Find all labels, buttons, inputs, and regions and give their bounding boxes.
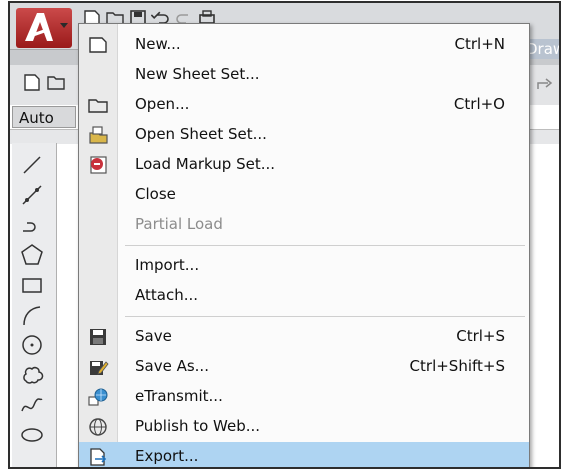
menu-item-label: Close bbox=[135, 185, 176, 203]
publish-web-icon bbox=[87, 417, 109, 437]
spline-icon[interactable] bbox=[18, 391, 46, 419]
arc-icon[interactable] bbox=[18, 301, 46, 329]
draw-toolbar bbox=[12, 143, 57, 467]
menu-item-new[interactable]: New... Ctrl+N bbox=[79, 30, 529, 60]
chevron-down-icon bbox=[60, 23, 68, 28]
line-icon[interactable] bbox=[18, 151, 46, 179]
menu-item-export[interactable]: Export... bbox=[79, 442, 529, 467]
menu-item-attach[interactable]: Attach... bbox=[79, 281, 529, 311]
menu-item-publish-to-web[interactable]: Publish to Web... bbox=[79, 412, 529, 442]
menu-item-save-as[interactable]: Save As... Ctrl+Shift+S bbox=[79, 352, 529, 382]
menu-item-open[interactable]: Open... Ctrl+O bbox=[79, 90, 529, 120]
menu-item-label: New Sheet Set... bbox=[135, 65, 260, 83]
menu-item-shortcut: Ctrl+S bbox=[456, 327, 505, 345]
menu-item-close[interactable]: Close bbox=[79, 180, 529, 210]
menu-separator bbox=[125, 245, 525, 246]
menu-item-label: Export... bbox=[135, 447, 199, 465]
open-folder-icon bbox=[87, 95, 109, 115]
etransmit-icon bbox=[87, 387, 109, 407]
menu-item-etransmit[interactable]: eTransmit... bbox=[79, 382, 529, 412]
circle-icon[interactable] bbox=[18, 331, 46, 359]
ellipse-icon[interactable] bbox=[18, 421, 46, 449]
menu-item-label: Open Sheet Set... bbox=[135, 125, 267, 143]
menu-item-load-markup-set[interactable]: Load Markup Set... bbox=[79, 150, 529, 180]
polyline-icon[interactable] bbox=[18, 211, 46, 239]
open-folder-icon[interactable] bbox=[46, 73, 66, 91]
rectangle-icon[interactable] bbox=[18, 271, 46, 299]
menu-item-shortcut: Ctrl+O bbox=[453, 95, 505, 113]
menu-item-label: eTransmit... bbox=[135, 387, 223, 405]
menu-item-new-sheet-set[interactable]: New Sheet Set... bbox=[79, 60, 529, 90]
menu-item-label: Partial Load bbox=[135, 215, 223, 233]
workspace-label[interactable]: Auto bbox=[12, 106, 76, 128]
save-icon bbox=[87, 327, 109, 347]
revision-cloud-icon[interactable] bbox=[18, 361, 46, 389]
menu-item-label: Publish to Web... bbox=[135, 417, 261, 435]
menu-item-shortcut: Ctrl+Shift+S bbox=[409, 357, 505, 375]
menu-item-import[interactable]: Import... bbox=[79, 251, 529, 281]
autocad-logo-icon bbox=[25, 13, 53, 41]
menu-item-label: Load Markup Set... bbox=[135, 155, 276, 173]
menu-item-label: Save As... bbox=[135, 357, 209, 375]
menu-item-label: New... bbox=[135, 35, 181, 53]
menu-item-label: Attach... bbox=[135, 286, 199, 304]
menu-item-partial-load: Partial Load bbox=[79, 210, 529, 240]
menu-item-shortcut: Ctrl+N bbox=[454, 35, 505, 53]
redo-icon[interactable] bbox=[532, 73, 558, 97]
menu-item-label: Import... bbox=[135, 256, 200, 274]
autocad-window: Draw Auto bbox=[8, 1, 561, 469]
application-menu: New... Ctrl+N New Sheet Set... Open... C… bbox=[78, 23, 530, 467]
menu-item-label: Save bbox=[135, 327, 172, 345]
save-as-icon bbox=[87, 357, 109, 377]
new-file-icon bbox=[87, 35, 109, 55]
open-sheet-set-icon bbox=[87, 125, 109, 145]
menu-item-open-sheet-set[interactable]: Open Sheet Set... bbox=[79, 120, 529, 150]
menu-separator bbox=[125, 316, 525, 317]
polygon-icon[interactable] bbox=[18, 241, 46, 269]
load-markup-icon bbox=[87, 155, 109, 175]
menu-item-save[interactable]: Save Ctrl+S bbox=[79, 322, 529, 352]
menu-item-label: Open... bbox=[135, 95, 190, 113]
application-menu-button[interactable] bbox=[16, 8, 72, 48]
construction-line-icon[interactable] bbox=[18, 181, 46, 209]
new-file-icon[interactable] bbox=[22, 73, 42, 91]
export-icon bbox=[87, 447, 109, 467]
